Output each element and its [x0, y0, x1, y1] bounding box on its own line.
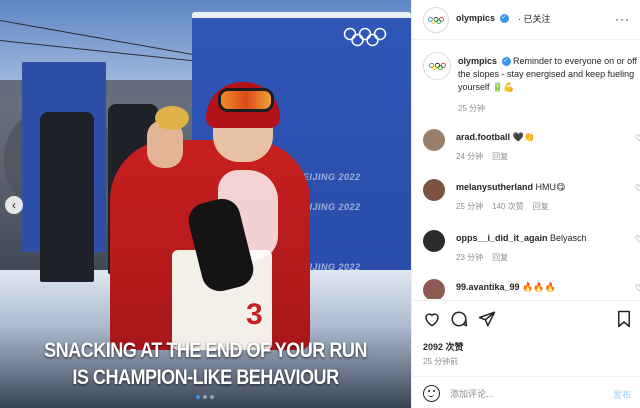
goggles	[218, 88, 274, 112]
follow-status[interactable]: · 已关注	[518, 12, 551, 25]
comment-text: 🔥🔥🔥	[522, 282, 556, 292]
post-timestamp: 25 分钟前	[423, 357, 459, 366]
bib-number: 3	[246, 298, 263, 331]
comment-time: 23 分钟	[456, 253, 484, 262]
reply-link[interactable]: 回复	[533, 202, 549, 211]
comment-input[interactable]	[450, 385, 600, 402]
comment-item: 99.avantika_99 🔥🔥🔥 ♡	[423, 279, 640, 299]
like-heart-icon[interactable]	[423, 310, 441, 328]
comment-username[interactable]: 99.avantika_99	[456, 282, 520, 292]
profile-avatar[interactable]	[423, 7, 449, 33]
caption-avatar[interactable]	[423, 52, 451, 80]
comment-like-count[interactable]: 140 次赞	[492, 202, 524, 211]
comment-bubble-icon[interactable]	[450, 310, 468, 328]
commenter-avatar[interactable]	[423, 279, 445, 299]
caption-username[interactable]: olympics	[458, 56, 497, 66]
post-comment-button[interactable]: 发布	[613, 388, 631, 401]
olympic-rings-logo	[343, 27, 387, 47]
commenter-avatar[interactable]	[423, 129, 445, 151]
image-caption-line1: SNACKING AT THE END OF YOUR RUN	[44, 339, 367, 362]
commenter-avatar[interactable]	[423, 230, 445, 252]
comment-text: 🖤👏	[512, 132, 535, 142]
like-comment-heart-icon[interactable]: ♡	[635, 283, 640, 294]
like-comment-heart-icon[interactable]: ♡	[635, 133, 640, 144]
comment-item: arad.football 🖤👏 ♡ 24 分钟 回复	[423, 129, 640, 169]
carousel-dot-active	[196, 395, 200, 399]
post-photo[interactable]: BEIJING 2022 BEIJING 2022 BEIJING 2022 3…	[0, 0, 411, 408]
post-header: olympics ✓ · 已关注 ···	[412, 0, 640, 40]
comment-item: melanysutherland HMU😋 ♡ 25 分钟 140 次赞 回复	[423, 179, 640, 219]
comment-text: HMU😋	[535, 182, 566, 192]
post-side-panel: olympics ✓ · 已关注 ··· olympics ✓ Reminder…	[411, 0, 640, 408]
snack-bun	[155, 106, 189, 130]
reply-link[interactable]: 回复	[492, 152, 508, 161]
post-actions: 2092 次赞 25 分钟前	[412, 300, 640, 370]
save-bookmark-icon[interactable]	[615, 310, 633, 328]
likes-count[interactable]: 2092 次赞	[423, 340, 464, 353]
caption-time: 25 分钟	[458, 104, 486, 113]
comment-time: 24 分钟	[456, 152, 484, 161]
spectator	[40, 112, 94, 282]
like-comment-heart-icon[interactable]: ♡	[635, 234, 640, 245]
like-comment-heart-icon[interactable]: ♡	[635, 183, 640, 194]
carousel-dot	[210, 395, 214, 399]
carousel-prev-button[interactable]: ‹	[5, 196, 23, 214]
comment-time: 25 分钟	[456, 202, 484, 211]
comment-item: opps__i_did_it_again Belyasch ♡ 23 分钟 回复	[423, 230, 640, 270]
verified-badge-icon: ✓	[501, 57, 511, 67]
add-comment-bar: 发布	[412, 376, 640, 408]
olympic-rings-icon	[428, 62, 446, 70]
carousel-dots	[193, 395, 217, 401]
share-send-icon[interactable]	[478, 310, 496, 328]
olympic-rings-icon	[428, 16, 444, 24]
commenter-avatar[interactable]	[423, 179, 445, 201]
emoji-smiley-icon[interactable]	[423, 385, 440, 402]
comment-username[interactable]: opps__i_did_it_again	[456, 233, 548, 243]
comment-username[interactable]: arad.football	[456, 132, 510, 142]
header-username[interactable]: olympics	[456, 13, 495, 23]
carousel-dot	[203, 395, 207, 399]
comment-username[interactable]: melanysutherland	[456, 182, 533, 192]
reply-link[interactable]: 回复	[492, 253, 508, 262]
comment-text: Belyasch	[550, 233, 587, 243]
more-options-icon[interactable]: ···	[615, 12, 630, 26]
verified-badge-icon: ✓	[499, 14, 509, 24]
image-caption-line2: IS CHAMPION-LIKE BEHAVIOUR	[72, 366, 339, 389]
